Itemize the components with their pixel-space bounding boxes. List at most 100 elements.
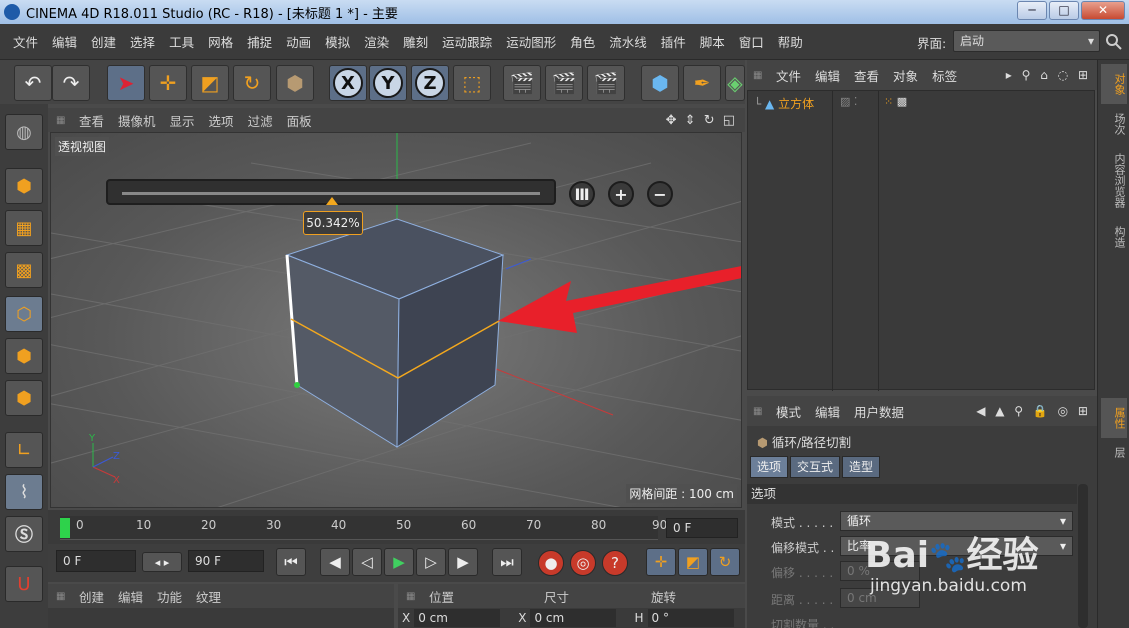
minimize-button[interactable]: ─ bbox=[1017, 1, 1047, 20]
current-frame-marker[interactable] bbox=[60, 518, 70, 538]
next-frame-button[interactable]: ▷ bbox=[416, 548, 446, 576]
menu-mesh[interactable]: 网格 bbox=[201, 32, 240, 51]
pen-button[interactable]: ✒ bbox=[683, 65, 721, 101]
go-to-start-button[interactable]: ⏮ bbox=[276, 548, 306, 576]
z-axis-button[interactable]: Z bbox=[411, 65, 449, 101]
viewport-menu-options[interactable]: 选项 bbox=[202, 111, 241, 130]
position-x-field[interactable]: 0 cm bbox=[414, 609, 501, 627]
add-cube-button[interactable]: ⬢ bbox=[641, 65, 679, 101]
redo-button[interactable]: ↷ bbox=[52, 65, 90, 101]
snap-button[interactable]: U bbox=[5, 566, 43, 602]
perspective-viewport[interactable]: Y X Z 透视视图 网格间距 : 100 cm Ⅲ + − 50.342% bbox=[50, 132, 742, 508]
y-axis-button[interactable]: Y bbox=[369, 65, 407, 101]
viewport-menu-panel[interactable]: 面板 bbox=[280, 111, 319, 130]
menu-help[interactable]: 帮助 bbox=[771, 32, 810, 51]
viewport-menu-filter[interactable]: 过滤 bbox=[241, 111, 280, 130]
menu-script[interactable]: 脚本 bbox=[693, 32, 732, 51]
render-view-button[interactable]: 🎬 bbox=[503, 65, 541, 101]
record-position-button[interactable]: ✛ bbox=[646, 548, 676, 576]
object-manager-body[interactable]: └ ▲ 立方体 ▨ ⁚ ⁙ ▩ bbox=[747, 90, 1095, 391]
menu-snap[interactable]: 捕捉 bbox=[240, 32, 279, 51]
coordinate-system-button[interactable]: ⬚ bbox=[453, 65, 491, 101]
live-selection-button[interactable]: ➤ bbox=[107, 65, 145, 101]
material-menu-edit[interactable]: 编辑 bbox=[111, 587, 150, 606]
om-menu-view[interactable]: 查看 bbox=[847, 66, 886, 85]
menu-create[interactable]: 创建 bbox=[84, 32, 123, 51]
slider-pause-button[interactable]: Ⅲ bbox=[569, 181, 595, 207]
menu-mograph[interactable]: 运动图形 bbox=[499, 32, 563, 51]
size-x-field[interactable]: 0 cm bbox=[530, 609, 617, 627]
points-mode-button[interactable]: ⬡ bbox=[5, 296, 43, 332]
tab-takes[interactable]: 场次 bbox=[1101, 106, 1127, 142]
current-frame-field[interactable]: 0 F bbox=[666, 518, 738, 538]
menu-animate[interactable]: 动画 bbox=[279, 32, 318, 51]
menu-plugins[interactable]: 插件 bbox=[654, 32, 693, 51]
previous-frame-button[interactable]: ◁ bbox=[352, 548, 382, 576]
record-rotation-button[interactable]: ↻ bbox=[710, 548, 740, 576]
attr-menu-mode[interactable]: 模式 bbox=[769, 402, 808, 421]
menu-tools[interactable]: 工具 bbox=[162, 32, 201, 51]
attr-menu-edit[interactable]: 编辑 bbox=[808, 402, 847, 421]
slider-remove-button[interactable]: − bbox=[647, 181, 673, 207]
undo-button[interactable]: ↶ bbox=[14, 65, 52, 101]
material-manager-body[interactable] bbox=[48, 608, 394, 628]
keyframe-selection-button[interactable]: ? bbox=[602, 550, 628, 576]
polygons-mode-button[interactable]: ⬢ bbox=[5, 380, 43, 416]
previous-key-button[interactable]: ◀ bbox=[320, 548, 350, 576]
search-icon[interactable] bbox=[1104, 32, 1124, 52]
material-menu-texture[interactable]: 纹理 bbox=[189, 587, 228, 606]
workplane-button[interactable]: ▩ bbox=[5, 252, 43, 288]
viewport-menu-view[interactable]: 查看 bbox=[72, 111, 111, 130]
rotation-h-field[interactable]: 0 ° bbox=[647, 609, 734, 627]
axis-mode-button[interactable]: ∟ bbox=[5, 432, 43, 468]
scale-button[interactable]: ◩ bbox=[191, 65, 229, 101]
render-picture-viewer-button[interactable]: 🎬 bbox=[545, 65, 583, 101]
menu-select[interactable]: 选择 bbox=[123, 32, 162, 51]
attr-tab-interactive[interactable]: 交互式 bbox=[790, 456, 841, 478]
tab-layers[interactable]: 层 bbox=[1101, 440, 1127, 464]
record-button[interactable]: ● bbox=[538, 550, 564, 576]
loop-cut-slider[interactable] bbox=[106, 179, 556, 205]
om-menu-tags[interactable]: 标签 bbox=[925, 66, 964, 85]
timeline[interactable]: 0 10 20 30 40 50 60 70 80 90 0 F bbox=[48, 510, 745, 544]
object-name[interactable]: 立方体 bbox=[778, 97, 814, 111]
menu-simulate[interactable]: 模拟 bbox=[318, 32, 357, 51]
visibility-toggles[interactable]: ▨ ⁚ bbox=[840, 95, 857, 108]
model-mode-button[interactable]: ⬢ bbox=[276, 65, 314, 101]
menu-file[interactable]: 文件 bbox=[6, 32, 45, 51]
rotate-button[interactable]: ↻ bbox=[233, 65, 271, 101]
go-to-end-button[interactable]: ⏭ bbox=[492, 548, 522, 576]
om-menu-file[interactable]: 文件 bbox=[769, 66, 808, 85]
material-menu-function[interactable]: 功能 bbox=[150, 587, 189, 606]
texture-mode-button[interactable]: ▦ bbox=[5, 210, 43, 246]
tab-structure[interactable]: 构造 bbox=[1101, 218, 1127, 256]
render-settings-button[interactable]: 🎬 bbox=[587, 65, 625, 101]
record-scale-button[interactable]: ◩ bbox=[678, 548, 708, 576]
menu-render[interactable]: 渲染 bbox=[357, 32, 396, 51]
attr-tab-options[interactable]: 选项 bbox=[750, 456, 789, 478]
menu-character[interactable]: 角色 bbox=[563, 32, 602, 51]
cube-object[interactable] bbox=[285, 218, 505, 448]
menu-motion-tracking[interactable]: 运动跟踪 bbox=[435, 32, 499, 51]
auto-key-button[interactable]: ◎ bbox=[570, 550, 596, 576]
end-frame-field[interactable]: 90 F bbox=[188, 550, 264, 572]
start-frame-field[interactable]: 0 F bbox=[56, 550, 136, 572]
x-axis-button[interactable]: X bbox=[329, 65, 367, 101]
model-mode-button[interactable]: ⬢ bbox=[5, 168, 43, 204]
play-button[interactable]: ▶ bbox=[384, 548, 414, 576]
tab-attributes[interactable]: 属性 bbox=[1101, 398, 1127, 438]
tab-objects[interactable]: 对象 bbox=[1101, 64, 1127, 104]
viewport-menu-camera[interactable]: 摄像机 bbox=[111, 111, 163, 130]
attr-header-icons[interactable]: ◀ ▲ ⚲ 🔒 ◎ ⊞ bbox=[976, 404, 1091, 418]
attr-menu-user-data[interactable]: 用户数据 bbox=[847, 402, 911, 421]
layout-select[interactable]: 启动 bbox=[953, 30, 1100, 52]
tab-content-browser[interactable]: 内容浏览器 bbox=[1101, 144, 1127, 216]
slider-thumb[interactable] bbox=[326, 197, 339, 205]
move-button[interactable]: ✛ bbox=[149, 65, 187, 101]
menu-window[interactable]: 窗口 bbox=[732, 32, 771, 51]
tweak-mode-button[interactable]: ⌇ bbox=[5, 474, 43, 510]
next-key-button[interactable]: ▶ bbox=[448, 548, 478, 576]
om-menu-objects[interactable]: 对象 bbox=[886, 66, 925, 85]
attr-tab-modeling[interactable]: 造型 bbox=[842, 456, 881, 478]
timeline-ruler[interactable]: 0 10 20 30 40 50 60 70 80 90 bbox=[60, 516, 667, 540]
